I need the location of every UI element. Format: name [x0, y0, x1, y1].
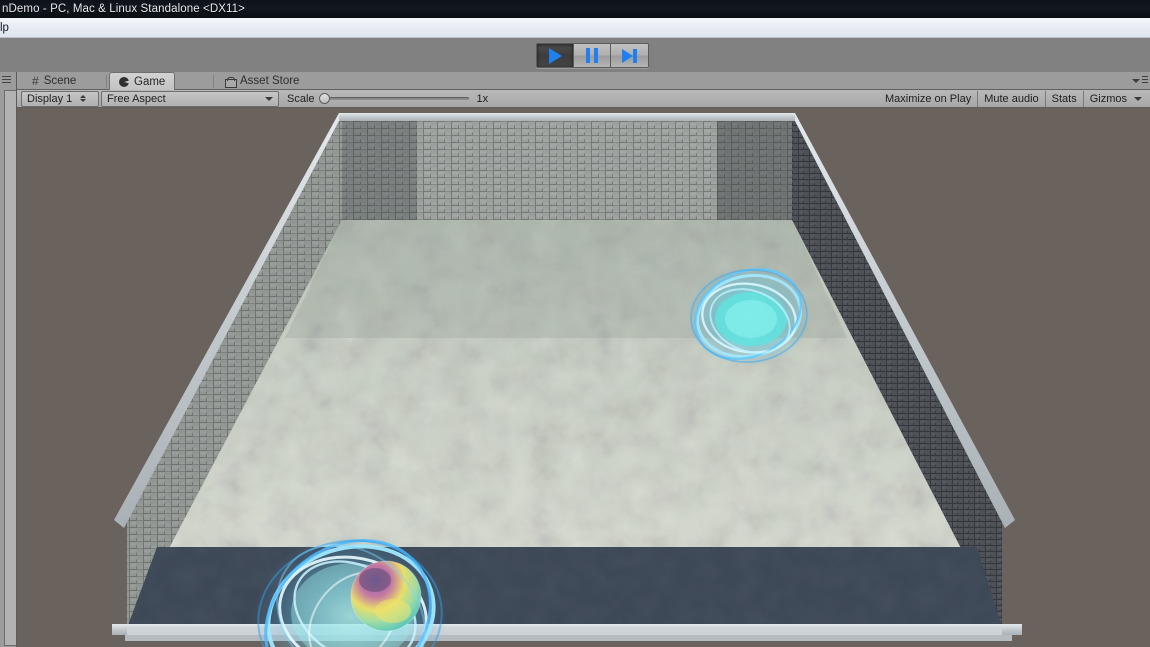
rainbow-sphere [350, 560, 422, 632]
tab-asset-store[interactable]: Asset Store [216, 72, 308, 90]
mute-audio-label: Mute audio [984, 93, 1039, 105]
tab-game[interactable]: Game [109, 72, 176, 91]
mute-audio-button[interactable]: Mute audio [978, 91, 1046, 107]
play-controls-group [536, 43, 649, 68]
play-icon [548, 47, 562, 64]
scale-value: 1x [476, 92, 489, 105]
maximize-on-play-label: Maximize on Play [885, 93, 972, 105]
pause-icon [586, 48, 598, 63]
menu-bar[interactable]: lp [0, 18, 1150, 38]
unity-editor-window: nDemo - PC, Mac & Linux Standalone <DX11… [0, 0, 1150, 647]
stats-button[interactable]: Stats [1046, 91, 1084, 107]
scale-control: Scale 1x [287, 92, 488, 106]
store-bag-icon [225, 76, 237, 88]
tab-scene-label: Scene [43, 75, 77, 87]
gizmos-button[interactable]: Gizmos [1084, 91, 1148, 107]
stats-label: Stats [1051, 93, 1077, 105]
panel-options-menu[interactable] [1132, 74, 1148, 87]
chevron-down-icon [1132, 78, 1140, 83]
scale-label: Scale [287, 92, 315, 105]
scale-slider-track [318, 97, 469, 100]
tab-scene[interactable]: # Scene [23, 72, 85, 90]
game-viewport[interactable] [17, 108, 1150, 647]
gizmos-label: Gizmos [1089, 93, 1127, 105]
maximize-on-play-button[interactable]: Maximize on Play [879, 91, 979, 107]
dock-menu-icon[interactable] [2, 76, 11, 83]
chevron-down-icon [1134, 97, 1142, 101]
play-button[interactable] [537, 44, 574, 67]
left-dock-sliver [0, 72, 17, 647]
scale-slider[interactable] [318, 92, 469, 106]
left-dock-panel [4, 90, 16, 646]
window-title-bar: nDemo - PC, Mac & Linux Standalone <DX11… [0, 0, 1150, 18]
window-title: nDemo - PC, Mac & Linux Standalone <DX11… [2, 3, 245, 15]
aspect-dropdown[interactable]: Free Aspect [101, 90, 279, 107]
game-view-control-bar: Display 1 Free Aspect Scale 1x Maximize … [17, 90, 1150, 108]
display-dropdown-label: Display 1 [27, 92, 73, 105]
tab-game-label: Game [134, 76, 166, 88]
aspect-dropdown-label: Free Aspect [107, 92, 166, 105]
grid-hash-icon: # [32, 74, 39, 88]
scale-slider-knob[interactable] [318, 93, 330, 104]
hamburger-icon [1142, 76, 1148, 85]
stepper-icon [80, 95, 87, 102]
game-scene-render [17, 108, 1150, 647]
display-dropdown[interactable]: Display 1 [21, 90, 99, 107]
game-view-right-controls: Maximize on Play Mute audio Stats Gizmos [879, 91, 1148, 107]
pause-button[interactable] [574, 44, 611, 67]
step-icon [622, 48, 637, 63]
panel-tab-strip: # Scene Game Asset Store [17, 72, 1150, 91]
game-pacman-icon [119, 77, 129, 87]
chevron-down-icon [265, 96, 273, 101]
step-button[interactable] [611, 44, 648, 67]
tab-asset-store-label: Asset Store [240, 75, 300, 87]
menu-item-help[interactable]: lp [0, 22, 9, 34]
